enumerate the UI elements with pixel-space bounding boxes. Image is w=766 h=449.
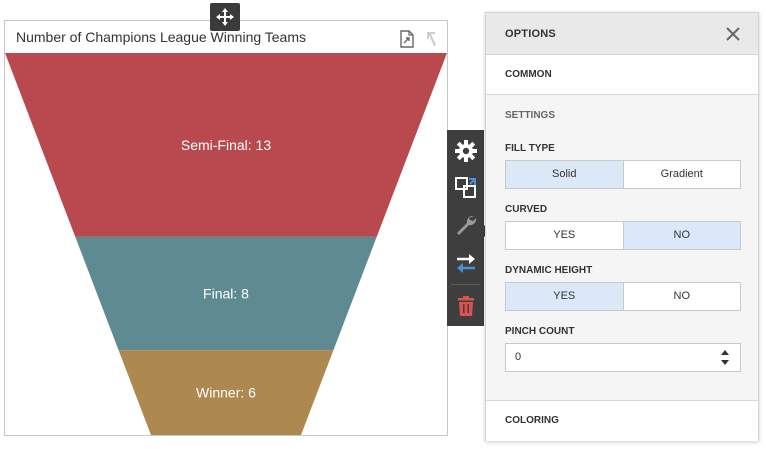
chart-title: Number of Champions League Winning Teams <box>16 29 307 45</box>
delete-button[interactable] <box>447 287 484 324</box>
dynamic-height-toggle: YES NO <box>505 282 741 311</box>
trash-icon <box>457 295 474 316</box>
settings-title: SETTINGS <box>505 110 556 121</box>
funnel-label-final: Final: 8 <box>203 286 249 302</box>
funnel-label-semi-final: Semi-Final: 13 <box>181 137 271 153</box>
curved-no[interactable]: NO <box>622 222 740 249</box>
fill-type-label: FILL TYPE <box>505 143 555 154</box>
fill-type-solid[interactable]: Solid <box>506 161 623 188</box>
convert-button[interactable] <box>447 169 484 206</box>
dynamic-height-no[interactable]: NO <box>622 283 741 310</box>
close-icon[interactable] <box>726 27 740 41</box>
section-coloring[interactable]: COLORING <box>486 400 758 441</box>
pinch-count-spinner[interactable] <box>710 344 740 371</box>
curved-label: CURVED <box>505 204 548 215</box>
dynamic-height-label: DYNAMIC HEIGHT <box>505 265 593 276</box>
dynamic-height-yes[interactable]: YES <box>506 283 623 310</box>
options-header: OPTIONS <box>486 13 758 55</box>
swap-button[interactable] <box>447 244 484 281</box>
settings-button[interactable] <box>447 132 484 169</box>
options-button[interactable] <box>447 206 484 243</box>
fill-type-toggle: Solid Gradient <box>505 160 741 189</box>
wrench-icon <box>456 215 476 235</box>
export-icon[interactable] <box>399 27 415 48</box>
funnel-chart[interactable]: Semi-Final: 13 Final: 8 Winner: 6 <box>5 53 447 435</box>
curved-toggle: YES NO <box>505 221 741 250</box>
convert-icon <box>454 176 476 198</box>
drill-up-icon[interactable] <box>423 27 439 46</box>
pinch-count-input[interactable]: 0 <box>505 343 741 372</box>
gear-icon <box>454 139 477 162</box>
toolbar-divider <box>451 284 480 285</box>
chart-item[interactable]: Number of Champions League Winning Teams… <box>4 20 448 436</box>
move-icon <box>216 8 234 26</box>
fill-type-gradient[interactable]: Gradient <box>622 161 741 188</box>
swap-icon <box>456 253 475 273</box>
pinch-count-label: PINCH COUNT <box>505 326 575 337</box>
item-toolbar <box>447 130 490 326</box>
curved-yes[interactable]: YES <box>506 222 623 249</box>
pinch-count-value: 0 <box>515 351 522 363</box>
section-coloring-label: COLORING <box>505 415 559 426</box>
section-common[interactable]: COMMON <box>486 55 758 95</box>
spin-down-icon[interactable] <box>721 360 729 365</box>
funnel-label-winner: Winner: 6 <box>196 385 256 401</box>
options-title: OPTIONS <box>505 28 556 40</box>
spin-up-icon[interactable] <box>721 350 729 355</box>
move-handle[interactable] <box>210 3 240 31</box>
section-common-label: COMMON <box>505 69 552 80</box>
options-panel: OPTIONS COMMON SETTINGS FILL TYPE Solid … <box>485 12 759 441</box>
